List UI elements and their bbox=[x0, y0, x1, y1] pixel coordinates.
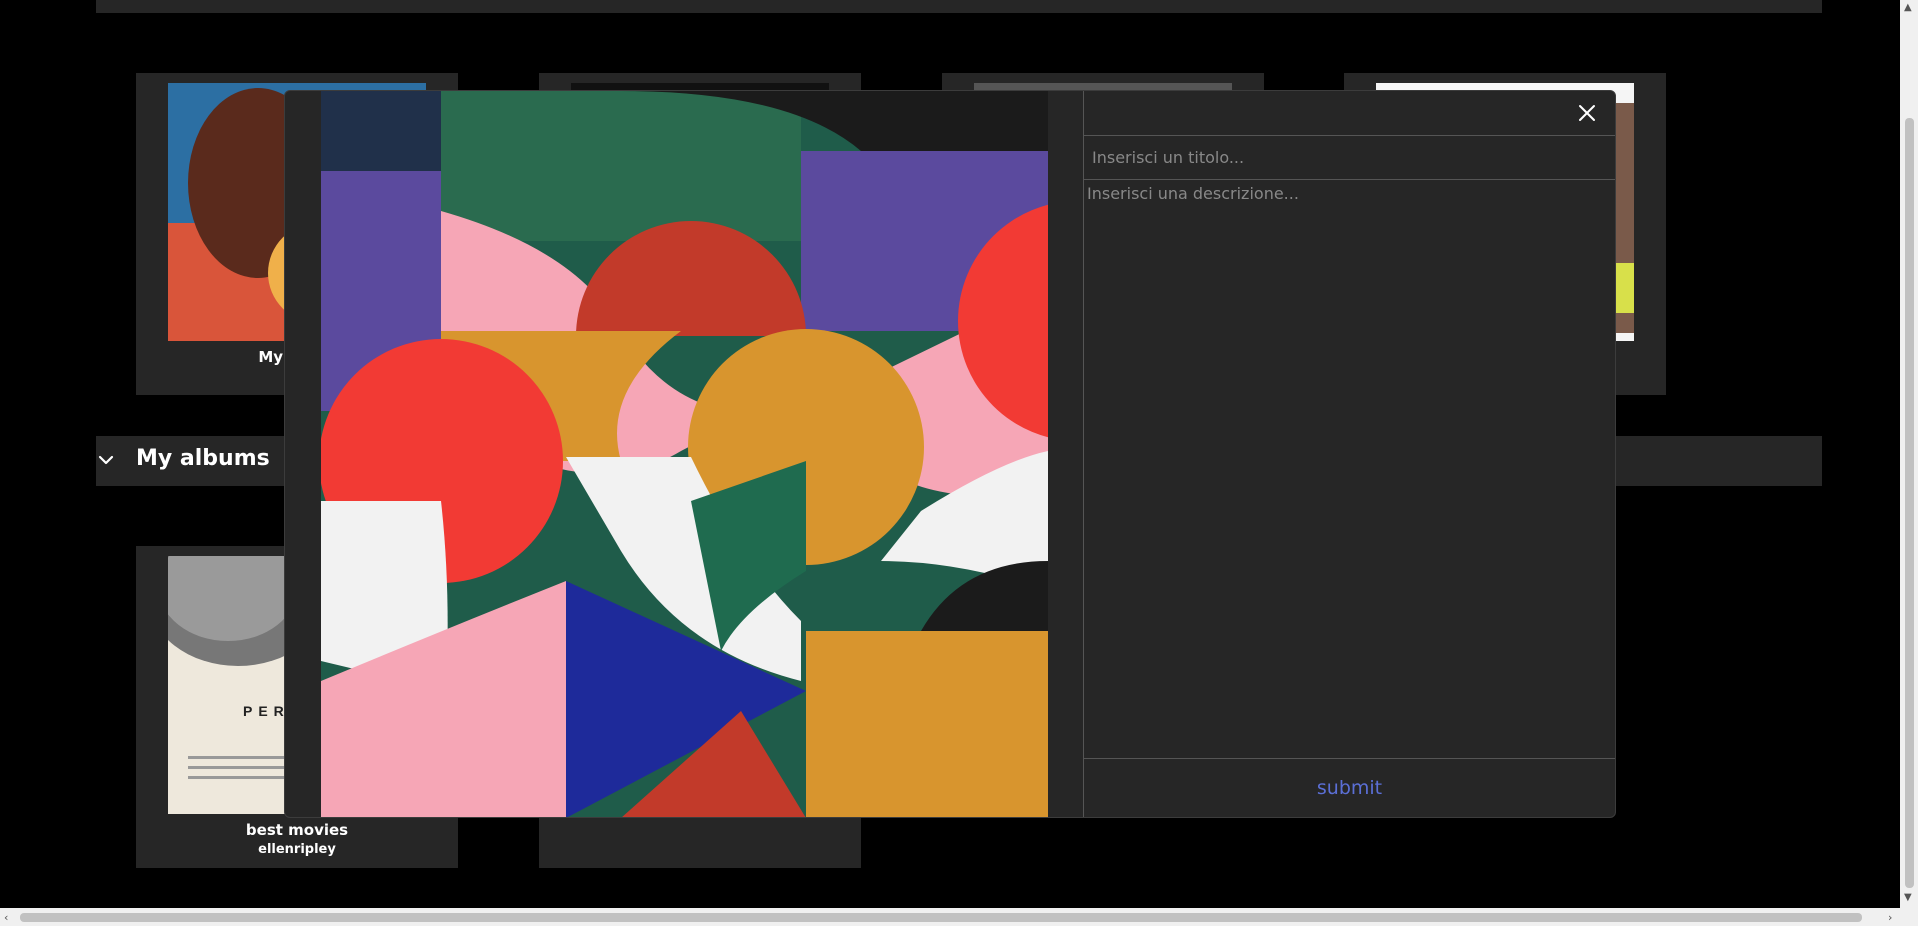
close-icon[interactable] bbox=[1575, 101, 1599, 125]
scroll-up-icon[interactable]: ▲ bbox=[1904, 2, 1912, 13]
album-owner: ellenripley bbox=[258, 842, 336, 857]
vertical-scrollbar[interactable]: ▲ ▼ bbox=[1900, 0, 1918, 908]
submit-button[interactable]: submit bbox=[1084, 759, 1615, 817]
horizontal-scroll-thumb[interactable] bbox=[20, 913, 1862, 922]
scroll-right-icon[interactable]: › bbox=[1888, 911, 1892, 924]
scroll-down-icon[interactable]: ▼ bbox=[1904, 892, 1912, 903]
modal-header bbox=[1084, 91, 1615, 136]
create-post-modal: submit bbox=[284, 90, 1616, 818]
horizontal-scrollbar[interactable]: ‹ › bbox=[0, 908, 1918, 926]
vertical-scroll-thumb[interactable] bbox=[1905, 118, 1914, 888]
artwork-image bbox=[321, 91, 1048, 817]
description-input[interactable] bbox=[1084, 180, 1615, 759]
svg-text:PER: PER bbox=[243, 703, 290, 719]
title-input[interactable] bbox=[1084, 136, 1615, 180]
scroll-left-icon[interactable]: ‹ bbox=[4, 911, 8, 924]
top-panel-edge bbox=[96, 0, 1822, 13]
album-title: best movies bbox=[245, 821, 349, 839]
chevron-down-icon[interactable] bbox=[96, 436, 136, 486]
section-title: My albums bbox=[136, 446, 270, 471]
